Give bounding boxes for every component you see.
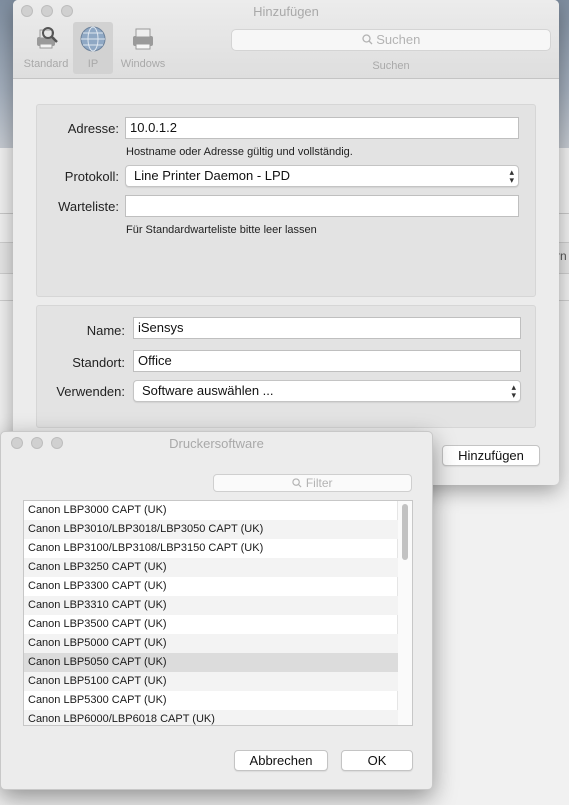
updown-chevron-icon: ▴ ▾ [511,382,516,400]
globe-icon [76,22,110,56]
scrollbar-thumb[interactable] [402,504,408,560]
address-label: Adresse: [67,121,119,136]
list-item[interactable]: Canon LBP5100 CAPT (UK) [24,672,398,691]
list-item[interactable]: Canon LBP5000 CAPT (UK) [24,634,398,653]
toolbar-windows-label: Windows [120,58,166,70]
location-label: Standort: [72,355,125,370]
use-select[interactable]: Software auswählen ... ▴ ▾ [133,380,521,402]
toolbar-standard-label: Standard [23,58,69,70]
queue-hint: Für Standardwarteliste bitte leer lassen [126,224,317,236]
vertical-scrollbar[interactable] [397,501,412,725]
use-value: Software auswählen ... [142,383,274,398]
toolbar-standard[interactable]: Standard [17,22,75,74]
list-item[interactable]: Canon LBP3100/LBP3108/LBP3150 CAPT (UK) [24,539,398,558]
protocol-label: Protokoll: [64,169,119,184]
list-item[interactable]: Canon LBP5300 CAPT (UK) [24,691,398,710]
protocol-select[interactable]: Line Printer Daemon - LPD ▴ ▾ [125,165,519,187]
add-printer-window: Hinzufügen Standard IP Windows Suchen Su… [13,0,559,485]
use-label: Verwenden: [56,384,125,399]
printer-details-panel: Name: iSensys Standort: Office Verwenden… [36,305,536,428]
list-item[interactable]: Canon LBP3500 CAPT (UK) [24,615,398,634]
search-field[interactable]: Suchen [231,29,551,51]
list-item[interactable]: Canon LBP3300 CAPT (UK) [24,577,398,596]
list-item[interactable]: Canon LBP3010/LBP3018/LBP3050 CAPT (UK) [24,520,398,539]
search-icon [361,32,377,47]
filter-placeholder: Filter [305,476,333,490]
connection-panel: Adresse: 10.0.1.2 Hostname oder Adresse … [36,104,536,297]
list-item[interactable]: Canon LBP5050 CAPT (UK) [24,653,398,672]
toolbar-ip-label: IP [87,58,99,70]
window-title: Hinzufügen [253,4,319,19]
filter-field[interactable]: Filter [213,474,412,492]
location-field[interactable]: Office [133,350,521,372]
add-button[interactable]: Hinzufügen [442,445,540,466]
window-title: Druckersoftware [169,436,264,451]
standard-printer-icon [29,22,63,56]
search-caption: Suchen [372,60,410,72]
address-field[interactable]: 10.0.1.2 [125,117,519,139]
protocol-value: Line Printer Daemon - LPD [134,168,291,183]
toolbar-ip[interactable]: IP [73,22,113,74]
driver-list[interactable]: Canon LBP3000 CAPT (UK) Canon LBP3010/LBP… [23,500,413,726]
printer-software-window: Druckersoftware Filter Canon LBP3000 CAP… [0,431,433,790]
windows-printer-icon [126,22,160,56]
list-item[interactable]: Canon LBP3310 CAPT (UK) [24,596,398,615]
search-icon [292,476,305,490]
queue-label: Warteliste: [58,199,119,214]
address-hint: Hostname oder Adresse gültig und vollstä… [126,146,353,158]
search-placeholder: Suchen [376,32,421,47]
updown-chevron-icon: ▴ ▾ [509,167,514,185]
cancel-button[interactable]: Abbrechen [234,750,328,771]
toolbar: Hinzufügen Standard IP Windows Suchen Su… [13,0,559,79]
name-label: Name: [86,323,125,338]
list-item[interactable]: Canon LBP6000/LBP6018 CAPT (UK) [24,710,398,725]
list-item[interactable]: Canon LBP3250 CAPT (UK) [24,558,398,577]
name-field[interactable]: iSensys [133,317,521,339]
queue-field[interactable] [125,195,519,217]
toolbar-windows[interactable]: Windows [115,22,171,74]
list-item[interactable]: Canon LBP3000 CAPT (UK) [24,501,398,520]
ok-button[interactable]: OK [341,750,413,771]
